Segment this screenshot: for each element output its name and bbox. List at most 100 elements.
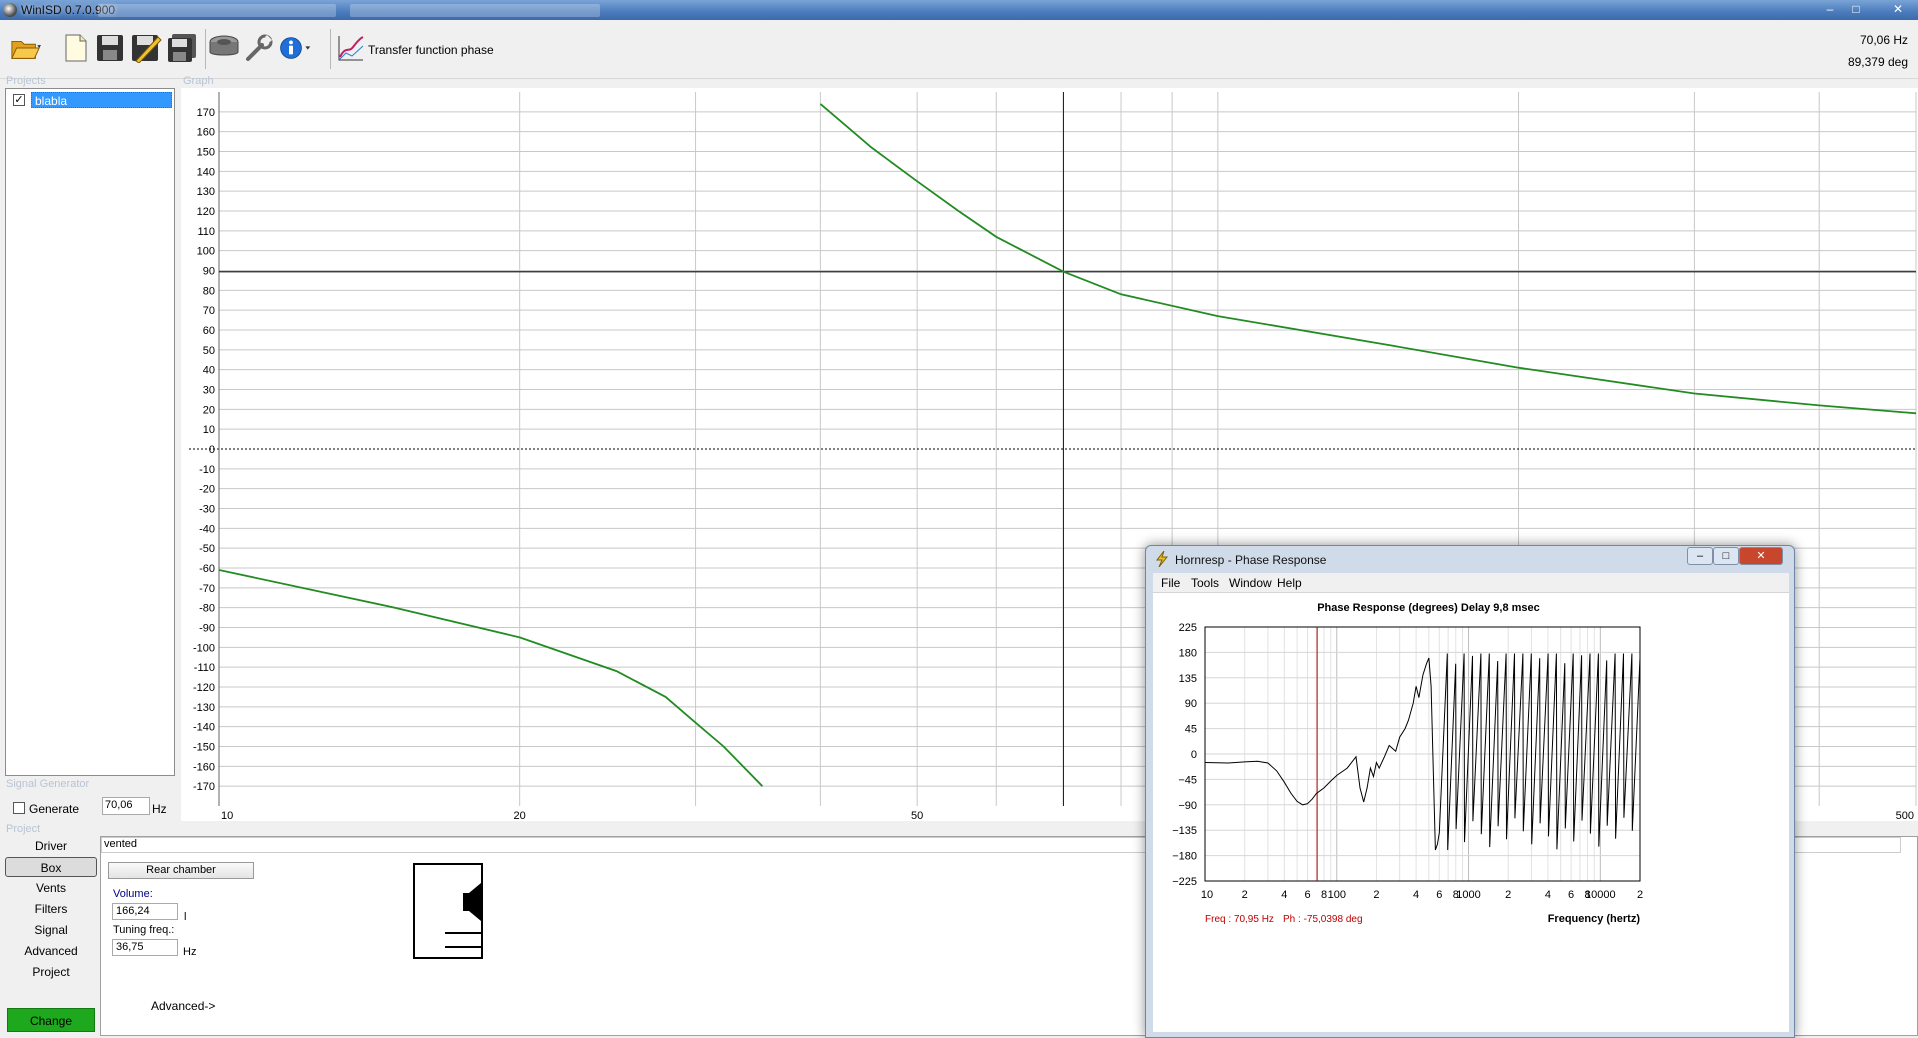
y-tick-label: 140 xyxy=(197,166,215,178)
nav-filters[interactable]: Filters xyxy=(5,899,97,919)
y-tick-label: 90 xyxy=(203,266,215,278)
open-folder-icon[interactable] xyxy=(10,32,42,64)
advanced-link[interactable]: Advanced-> xyxy=(151,999,215,1013)
generator-frequency-input[interactable]: 70,06 xyxy=(102,797,150,815)
save-as-icon[interactable] xyxy=(130,32,162,64)
y-tick-label: −90 xyxy=(1178,800,1197,812)
hornresp-maximize-button[interactable]: □ xyxy=(1713,547,1739,565)
nav-project[interactable]: Project xyxy=(5,962,97,982)
y-tick-label: 90 xyxy=(1185,698,1197,710)
x-tick-label: 10 xyxy=(1201,889,1213,901)
y-tick-label: 170 xyxy=(197,107,215,119)
y-tick-label: -170 xyxy=(193,781,215,793)
menu-file[interactable]: File xyxy=(1161,576,1180,590)
y-tick-label: −225 xyxy=(1172,876,1197,888)
hornresp-window[interactable]: Hornresp - Phase Response – □ ✕ File Too… xyxy=(1145,545,1795,1038)
projects-list[interactable]: ✓ blabla xyxy=(5,88,175,776)
generate-label: Generate xyxy=(29,802,80,816)
y-tick-label: -140 xyxy=(193,722,215,734)
y-tick-label: −135 xyxy=(1172,825,1197,837)
graph-type-icon[interactable] xyxy=(335,32,367,64)
graph-group-label: Graph xyxy=(183,75,214,87)
signal-generator-label: Signal Generator xyxy=(6,778,90,790)
x-tick-label: 8 xyxy=(1321,889,1327,901)
driver-editor-icon[interactable] xyxy=(208,32,240,64)
menu-tools[interactable]: Tools xyxy=(1191,576,1219,590)
phase-response-chart[interactable]: Phase Response (degrees) Delay 9,8 msec 2… xyxy=(1153,593,1789,1032)
x-tick-label: 6 xyxy=(1568,889,1574,901)
projects-group-label: Projects xyxy=(6,75,46,87)
project-name[interactable]: blabla xyxy=(31,92,172,108)
x-tick-label: 2 xyxy=(1373,889,1379,901)
change-button[interactable]: Change xyxy=(7,1008,95,1032)
info-icon[interactable] xyxy=(279,32,311,64)
project-checkbox[interactable]: ✓ xyxy=(13,94,25,106)
nav-vents[interactable]: Vents xyxy=(5,878,97,898)
cursor-frequency-readout: Freq : 70,95 Hz xyxy=(1205,914,1274,925)
title-bar: WinISD 0.7.0.900 – □ ✕ xyxy=(0,0,1918,20)
menu-window[interactable]: Window xyxy=(1229,576,1272,590)
project-item[interactable]: ✓ blabla xyxy=(9,92,172,108)
phase-curve xyxy=(219,569,764,787)
x-tick-label: 10000 xyxy=(1585,889,1616,901)
nav-advanced[interactable]: Advanced xyxy=(5,941,97,961)
y-tick-label: -120 xyxy=(193,682,215,694)
y-tick-label: 45 xyxy=(1185,724,1197,736)
maximize-button[interactable]: □ xyxy=(1843,1,1869,18)
y-tick-label: -160 xyxy=(193,761,215,773)
hornresp-minimize-button[interactable]: – xyxy=(1687,547,1713,565)
y-tick-label: 80 xyxy=(203,285,215,297)
x-tick-label: 2 xyxy=(1242,889,1248,901)
tools-icon[interactable] xyxy=(243,32,275,64)
phase-response-trace xyxy=(1205,653,1640,851)
cursor-frequency-readout: 70,06 Hz xyxy=(1859,33,1908,47)
tuning-frequency-unit: Hz xyxy=(183,946,197,958)
new-project-icon[interactable] xyxy=(60,32,92,64)
phase-curve xyxy=(819,103,1916,415)
close-button[interactable]: ✕ xyxy=(1880,1,1916,18)
tuning-frequency-input[interactable]: 36,75 xyxy=(112,939,178,956)
cursor-value-readout: 89,379 deg xyxy=(1847,55,1908,69)
nav-signal[interactable]: Signal xyxy=(5,920,97,940)
y-tick-label: -110 xyxy=(194,662,215,674)
y-tick-label: 225 xyxy=(1179,622,1197,634)
hornresp-chart-area[interactable]: Phase Response (degrees) Delay 9,8 msec 2… xyxy=(1153,593,1789,1032)
y-tick-label: -40 xyxy=(199,523,215,535)
background-tab-ghost xyxy=(350,4,600,17)
y-tick-label: −180 xyxy=(1172,851,1197,863)
x-tick-label: 4 xyxy=(1545,889,1551,901)
y-tick-label: 135 xyxy=(1179,673,1197,685)
hornresp-window-title: Hornresp - Phase Response xyxy=(1175,553,1327,567)
volume-label: Volume: xyxy=(113,888,153,900)
y-tick-label: -150 xyxy=(193,742,215,754)
volume-input[interactable]: 166,24 xyxy=(112,903,178,920)
rear-chamber-button[interactable]: Rear chamber xyxy=(108,862,254,879)
y-tick-label: 120 xyxy=(197,206,215,218)
hornresp-close-button[interactable]: ✕ xyxy=(1739,547,1783,565)
minimize-button[interactable]: – xyxy=(1817,1,1843,18)
y-tick-label: -100 xyxy=(193,642,215,654)
nav-box[interactable]: Box xyxy=(5,857,97,877)
x-tick-label: 6 xyxy=(1436,889,1442,901)
toolbar-separator xyxy=(205,29,206,69)
y-tick-label: 40 xyxy=(203,365,215,377)
x-tick-label: 100 xyxy=(1328,889,1346,901)
menu-help[interactable]: Help xyxy=(1277,576,1302,590)
vented-box-diagram xyxy=(413,863,483,959)
project-group-label: Project xyxy=(6,823,41,835)
chart-heading: Phase Response (degrees) Delay 9,8 msec xyxy=(1317,602,1540,614)
x-axis-label: Frequency (hertz) xyxy=(1548,913,1641,925)
toolbar-separator xyxy=(330,29,331,69)
speaker-driver-icon xyxy=(445,883,481,948)
y-tick-label: -50 xyxy=(199,543,215,555)
y-tick-label: -60 xyxy=(199,563,215,575)
y-tick-label: 0 xyxy=(209,444,215,456)
cursor-phase-readout: Ph : -75,0398 deg xyxy=(1283,914,1363,925)
save-all-icon[interactable] xyxy=(166,32,198,64)
generate-checkbox[interactable] xyxy=(13,802,25,814)
y-tick-label: -130 xyxy=(193,702,215,714)
save-icon[interactable] xyxy=(94,32,126,64)
y-tick-label: 70 xyxy=(203,305,215,317)
graph-type-label[interactable]: Transfer function phase xyxy=(368,43,494,57)
nav-driver[interactable]: Driver xyxy=(5,836,97,856)
